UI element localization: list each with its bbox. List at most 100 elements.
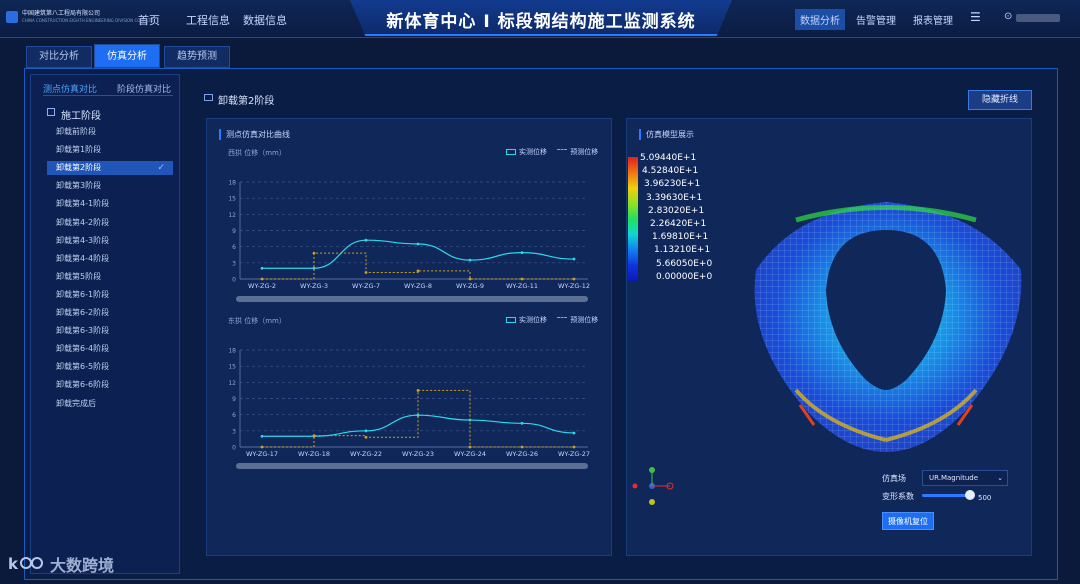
predicted-point [312, 251, 316, 255]
x-tick-label: WY-ZG-12 [558, 282, 590, 290]
chart1-legend: 实测位移 预测位移 [506, 147, 598, 157]
x-tick-label: WY-ZG-8 [404, 282, 432, 290]
measured-point [520, 421, 524, 425]
sim-field-select[interactable]: UR.Magnitude ⌄ [922, 470, 1008, 486]
y-tick-label: 15 [228, 196, 236, 203]
y-tick-label: 12 [228, 212, 236, 219]
stage-item[interactable]: 卸载第6-1阶段 [47, 288, 173, 302]
x-tick-label: WY-ZG-11 [506, 282, 538, 290]
nav-data-info[interactable]: 数据信息 [243, 12, 287, 28]
series-line-predicted [262, 252, 574, 280]
stage-item[interactable]: 卸载第4-1阶段 [47, 197, 173, 211]
y-tick-label: 0 [232, 445, 236, 452]
predicted-point [468, 277, 472, 281]
colorbar-label: 2.83020E+1 [648, 205, 705, 216]
stage-item[interactable]: 卸载第5阶段 [47, 270, 173, 284]
camera-reset-button[interactable]: 摄像机复位 [882, 512, 934, 530]
y-tick-label: 3 [232, 260, 236, 267]
y-tick-label: 18 [228, 348, 236, 355]
chart2-svg: 0 3 6 9 12 15 18 WY-ZG-17 WY-ZG-18 WY-ZG-22 WY-ZG-… [228, 348, 590, 459]
stage-item[interactable]: 卸载第4-2阶段 [47, 216, 173, 230]
deform-value: 500 [978, 494, 992, 502]
x-tick-label: WY-ZG-9 [456, 282, 484, 290]
structure-model-view[interactable] [736, 190, 1036, 460]
colorbar-label: 0.00000E+0 [656, 271, 713, 282]
nav-alarm-management[interactable]: 告警管理 [856, 12, 896, 27]
legend-measured: 实测位移 [519, 148, 547, 156]
measured-point [364, 238, 368, 242]
x-tick-label: WY-ZG-7 [352, 282, 380, 290]
tab-trend-prediction[interactable]: 趋势预测 [164, 46, 230, 68]
measured-point [260, 266, 264, 270]
predicted-point [416, 389, 420, 392]
nav-project-info[interactable]: 工程信息 [186, 12, 230, 28]
subtab-divider [43, 95, 173, 96]
x-tick-label: WY-ZG-18 [298, 450, 330, 458]
measured-point [260, 434, 264, 438]
colorbar-label: 1.69810E+1 [652, 232, 709, 243]
nav-data-analysis[interactable]: 数据分析 [795, 9, 845, 30]
stage-item[interactable]: 卸载第6-2阶段 [47, 306, 173, 320]
x-tick-label: WY-ZG-27 [558, 450, 590, 458]
content-header: 卸载第2阶段 [218, 96, 275, 107]
stage-item[interactable]: 卸载第6-4阶段 [47, 342, 173, 356]
content-header-icon [204, 94, 213, 101]
stage-sidebar: 测点仿真对比 阶段仿真对比 施工阶段 卸载前阶段卸载第1阶段 卸载第2阶段 ✓ 卸载第… [30, 74, 180, 574]
color-scale-bar [628, 157, 638, 281]
stage-list-icon [47, 108, 55, 116]
stage-section-title: 施工阶段 [61, 111, 101, 122]
colorbar-label: 5.09440E+1 [640, 153, 697, 163]
y-tick-label: 6 [232, 244, 236, 251]
predicted-point [416, 269, 420, 273]
predicted-point [572, 277, 576, 281]
user-name-blurred [1016, 14, 1060, 22]
measured-point [572, 431, 576, 435]
y-tick-label: 9 [232, 228, 236, 235]
stage-item[interactable]: 卸载第6-5阶段 [47, 360, 173, 374]
deform-slider-handle[interactable] [965, 490, 975, 500]
subtab-point-compare[interactable]: 测点仿真对比 [43, 82, 98, 96]
measured-point [572, 257, 576, 261]
predicted-point [468, 445, 472, 449]
predicted-point [520, 277, 524, 281]
series-line-predicted [262, 389, 574, 448]
subtab-stage-compare[interactable]: 阶段仿真对比 [117, 82, 171, 95]
legend-predicted-swatch [557, 149, 568, 155]
x-tick-label: WY-ZG-23 [402, 450, 434, 458]
measured-point [468, 258, 472, 262]
y-tick-label: 12 [228, 380, 236, 387]
tab-compare-analysis[interactable]: 对比分析 [26, 46, 92, 68]
nav-home[interactable]: 首页 [138, 12, 160, 28]
stage-item[interactable]: 卸载第6-3阶段 [47, 324, 173, 338]
chart2-scrollbar[interactable] [236, 463, 588, 469]
stage-item[interactable]: 卸载第2阶段 ✓ [47, 161, 173, 176]
measured-point [520, 251, 524, 254]
nav-report-management[interactable]: 报表管理 [913, 12, 953, 27]
user-icon[interactable]: ⊙ [1004, 11, 1012, 22]
colorbar-label: 1.13210E+1 [654, 245, 711, 256]
x-tick-label: WY-ZG-22 [350, 450, 382, 458]
legend-measured-swatch-2 [506, 317, 516, 323]
predicted-point [312, 434, 316, 438]
watermark-text: 大数跨境 [50, 556, 115, 575]
stage-item[interactable]: 卸载完成后 [47, 397, 173, 411]
stage-item[interactable]: 卸载第4-3阶段 [47, 234, 173, 248]
stage-item[interactable]: 卸载前阶段 [47, 125, 173, 139]
logo-title: 中国建筑第八工程局有限公司 [22, 10, 101, 17]
stage-item[interactable]: 卸载第1阶段 [47, 143, 173, 157]
x-tick-label: WY-ZG-17 [246, 450, 278, 458]
colorbar-label: 4.52840E+1 [642, 166, 699, 177]
hide-lines-button[interactable]: 隐藏折线 [968, 90, 1032, 110]
measured-point [364, 429, 368, 433]
chart1-scrollbar[interactable] [236, 296, 588, 302]
legend-predicted-2: 预测位移 [570, 316, 599, 324]
stage-item[interactable]: 卸载第6-6阶段 [47, 378, 173, 392]
colorbar-label: 3.39630E+1 [646, 192, 703, 203]
chart2-ylabel: 东拱 位移（mm） [228, 317, 286, 325]
legend-predicted-swatch-2 [557, 317, 568, 323]
stage-item[interactable]: 卸载第4-4阶段 [47, 252, 173, 266]
tab-simulation-analysis[interactable]: 仿真分析 [94, 44, 160, 68]
chart1-ylabel: 西拱 位移（mm） [228, 149, 286, 157]
menu-icon[interactable]: ☰ [970, 10, 981, 24]
stage-item[interactable]: 卸载第3阶段 [47, 179, 173, 193]
